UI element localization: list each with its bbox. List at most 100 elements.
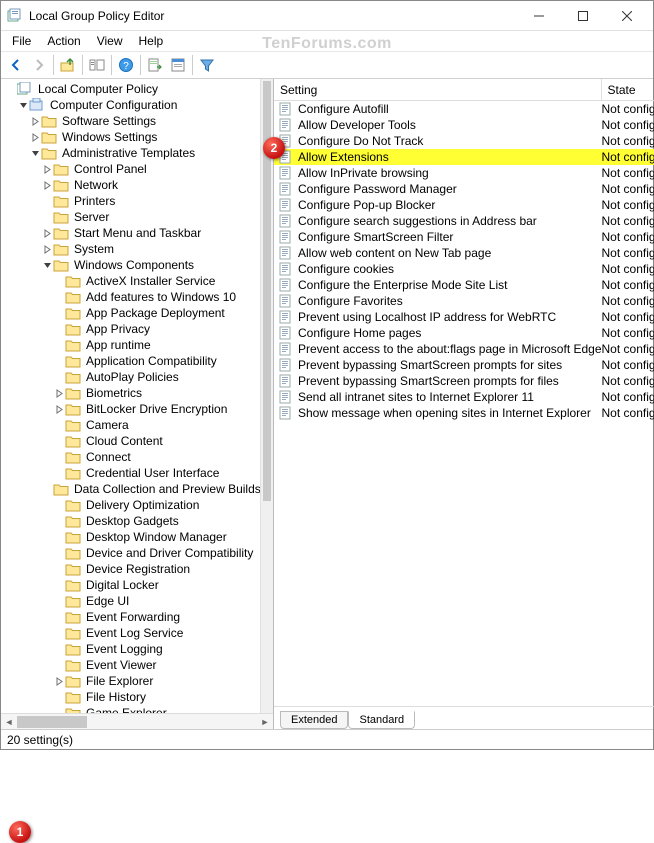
tree-item[interactable]: Local Computer Policy (3, 81, 260, 97)
help-button[interactable]: ? (115, 54, 137, 76)
setting-row[interactable]: Send all intranet sites to Internet Expl… (274, 389, 654, 405)
tree-item[interactable]: Data Collection and Preview Builds (3, 481, 260, 497)
folder-icon (53, 482, 69, 496)
tree-item[interactable]: Desktop Window Manager (3, 529, 260, 545)
chevron-down-icon[interactable] (29, 149, 41, 158)
properties-button[interactable] (167, 54, 189, 76)
tree-item[interactable]: Windows Components (3, 257, 260, 273)
tree-item[interactable]: Computer Configuration (3, 97, 260, 113)
tree-item[interactable]: ActiveX Installer Service (3, 273, 260, 289)
setting-row[interactable]: Allow web content on New Tab pageNot con… (274, 245, 654, 261)
chevron-right-icon[interactable] (53, 405, 65, 414)
tree-horizontal-scrollbar[interactable]: ◄ ► (1, 713, 273, 729)
menu-action[interactable]: Action (40, 32, 87, 50)
chevron-right-icon[interactable] (41, 165, 53, 174)
chevron-right-icon[interactable] (29, 133, 41, 142)
tree-item[interactable]: Administrative Templates (3, 145, 260, 161)
tree-item[interactable]: File History (3, 689, 260, 705)
setting-row[interactable]: Allow Developer ToolsNot configuredNo (274, 117, 654, 133)
tree-item[interactable]: Event Viewer (3, 657, 260, 673)
tree-item[interactable]: Connect (3, 449, 260, 465)
column-setting[interactable]: Setting (274, 79, 602, 100)
setting-row[interactable]: Configure AutofillNot configuredNo (274, 101, 654, 117)
tree-vertical-scrollbar[interactable] (260, 79, 273, 713)
setting-row[interactable]: Prevent access to the about:flags page i… (274, 341, 654, 357)
setting-row[interactable]: Configure FavoritesNot configuredNo (274, 293, 654, 309)
tree-item[interactable]: Network (3, 177, 260, 193)
tab-extended[interactable]: Extended (280, 711, 348, 729)
setting-row[interactable]: Show message when opening sites in Inter… (274, 405, 654, 421)
tree-item[interactable]: System (3, 241, 260, 257)
setting-name: Configure the Enterprise Mode Site List (298, 277, 602, 293)
setting-row[interactable]: Configure Password ManagerNot configured… (274, 181, 654, 197)
tree-item[interactable]: App runtime (3, 337, 260, 353)
setting-row[interactable]: Configure cookiesNot configuredNo (274, 261, 654, 277)
tree-item[interactable]: Event Forwarding (3, 609, 260, 625)
column-headers[interactable]: Setting State Comment (274, 79, 654, 101)
tree-item[interactable]: File Explorer (3, 673, 260, 689)
chevron-right-icon[interactable] (53, 389, 65, 398)
tree-item[interactable]: Event Logging (3, 641, 260, 657)
setting-row[interactable]: Configure Do Not TrackNot configuredNo (274, 133, 654, 149)
setting-row[interactable]: Allow InPrivate browsingNot configuredNo (274, 165, 654, 181)
tree-item[interactable]: Biometrics (3, 385, 260, 401)
back-button[interactable] (5, 54, 27, 76)
chevron-down-icon[interactable] (41, 261, 53, 270)
tree-item[interactable]: Printers (3, 193, 260, 209)
tree-view[interactable]: Local Computer PolicyComputer Configurat… (1, 79, 260, 713)
tree-item[interactable]: Desktop Gadgets (3, 513, 260, 529)
chevron-down-icon[interactable] (17, 101, 29, 110)
tree-item[interactable]: Application Compatibility (3, 353, 260, 369)
tree-item[interactable]: Event Log Service (3, 625, 260, 641)
chevron-right-icon[interactable] (53, 677, 65, 686)
setting-row[interactable]: Prevent bypassing SmartScreen prompts fo… (274, 373, 654, 389)
tree-item[interactable]: Start Menu and Taskbar (3, 225, 260, 241)
setting-row[interactable]: Configure the Enterprise Mode Site ListN… (274, 277, 654, 293)
tree-item[interactable]: AutoPlay Policies (3, 369, 260, 385)
setting-row[interactable]: Allow ExtensionsNot configuredNo (274, 149, 654, 165)
tree-item[interactable]: Cloud Content (3, 433, 260, 449)
tree-item[interactable]: Delivery Optimization (3, 497, 260, 513)
tree-item-label: ActiveX Installer Service (84, 273, 217, 289)
tree-item[interactable]: Add features to Windows 10 (3, 289, 260, 305)
setting-row[interactable]: Configure Home pagesNot configuredNo (274, 325, 654, 341)
export-list-button[interactable] (144, 54, 166, 76)
setting-row[interactable]: Prevent using Localhost IP address for W… (274, 309, 654, 325)
menu-view[interactable]: View (90, 32, 130, 50)
menu-help[interactable]: Help (132, 32, 171, 50)
setting-row[interactable]: Configure search suggestions in Address … (274, 213, 654, 229)
tree-item[interactable]: Digital Locker (3, 577, 260, 593)
window-title: Local Group Policy Editor (29, 9, 517, 23)
tree-item[interactable]: Device Registration (3, 561, 260, 577)
maximize-button[interactable] (561, 2, 605, 30)
tree-item[interactable]: Control Panel (3, 161, 260, 177)
tree-item[interactable]: Game Explorer (3, 705, 260, 713)
setting-row[interactable]: Configure Pop-up BlockerNot configuredNo (274, 197, 654, 213)
chevron-right-icon[interactable] (41, 181, 53, 190)
chevron-right-icon[interactable] (41, 229, 53, 238)
tree-item[interactable]: App Privacy (3, 321, 260, 337)
setting-row[interactable]: Prevent bypassing SmartScreen prompts fo… (274, 357, 654, 373)
tree-item[interactable]: Device and Driver Compatibility (3, 545, 260, 561)
chevron-right-icon[interactable] (29, 117, 41, 126)
setting-row[interactable]: Configure SmartScreen FilterNot configur… (274, 229, 654, 245)
tree-item[interactable]: App Package Deployment (3, 305, 260, 321)
up-button[interactable] (57, 54, 79, 76)
minimize-button[interactable] (517, 2, 561, 30)
close-button[interactable] (605, 2, 649, 30)
tree-item[interactable]: Credential User Interface (3, 465, 260, 481)
column-state[interactable]: State (602, 79, 654, 100)
forward-button[interactable] (28, 54, 50, 76)
tree-item[interactable]: Camera (3, 417, 260, 433)
settings-list[interactable]: Configure AutofillNot configuredNoAllow … (274, 101, 654, 706)
tree-item[interactable]: Server (3, 209, 260, 225)
menu-file[interactable]: File (5, 32, 38, 50)
chevron-right-icon[interactable] (41, 245, 53, 254)
show-hide-tree-button[interactable] (86, 54, 108, 76)
tree-item[interactable]: Windows Settings (3, 129, 260, 145)
tab-standard[interactable]: Standard (348, 711, 415, 729)
tree-item[interactable]: Software Settings (3, 113, 260, 129)
filter-button[interactable] (196, 54, 218, 76)
tree-item[interactable]: BitLocker Drive Encryption (3, 401, 260, 417)
tree-item[interactable]: Edge UI (3, 593, 260, 609)
